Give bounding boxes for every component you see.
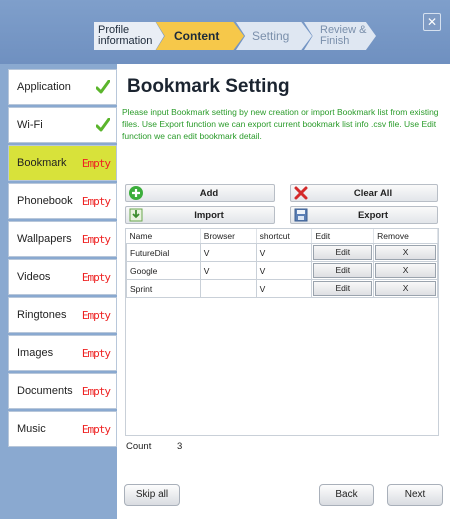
export-button-label: Export	[357, 209, 389, 221]
main-panel: Bookmark Setting Please input Bookmark s…	[117, 64, 450, 519]
sidebar: Application Wi-Fi Bookmark Empty Phonebo…	[8, 69, 117, 449]
remove-button[interactable]: X	[375, 245, 436, 260]
cell-browser	[199, 279, 257, 298]
cell-name: FutureDial	[126, 243, 201, 262]
add-button-label: Add	[199, 187, 219, 199]
column-header-remove[interactable]: Remove	[373, 229, 438, 244]
sidebar-item-label: Bookmark	[17, 157, 67, 169]
check-icon	[96, 80, 110, 94]
step-label: Profile information	[98, 24, 153, 47]
cell-shortcut: V	[255, 279, 313, 298]
page-title: Bookmark Setting	[127, 76, 290, 97]
remove-button[interactable]: X	[375, 263, 436, 278]
step-review-finish[interactable]: Review & Finish	[304, 22, 376, 50]
step-label: Setting	[252, 28, 290, 43]
sidebar-item-bookmark[interactable]: Bookmark Empty	[8, 145, 117, 181]
sidebar-item-wifi[interactable]: Wi-Fi	[8, 107, 117, 143]
sidebar-item-label: Wi-Fi	[17, 119, 43, 131]
step-label: Review & Finish	[320, 24, 367, 47]
status-empty: Empty	[81, 384, 111, 398]
count-label: Count	[126, 441, 152, 452]
cell-shortcut: V	[255, 261, 313, 280]
close-button[interactable]: ✕	[423, 13, 441, 31]
table-row[interactable]: Google V V Edit X	[126, 261, 438, 280]
check-icon	[96, 118, 110, 132]
import-icon	[129, 208, 143, 222]
column-header-name[interactable]: Name	[126, 229, 201, 244]
wizard-steps: Profile information Content Setting Revi…	[94, 22, 376, 50]
sidebar-item-label: Documents	[17, 385, 73, 397]
cell-browser: V	[199, 243, 257, 262]
edit-button[interactable]: Edit	[313, 245, 373, 260]
table-row[interactable]: Sprint V Edit X	[126, 279, 438, 298]
status-empty: Empty	[81, 422, 111, 436]
sidebar-item-images[interactable]: Images Empty	[8, 335, 117, 371]
step-label: Content	[174, 28, 220, 43]
table-header-row: Name Browser shortcut Edit Remove	[126, 229, 438, 244]
cell-browser: V	[199, 261, 257, 280]
remove-button[interactable]: X	[375, 281, 436, 296]
import-button-label: Import	[194, 209, 224, 221]
step-setting[interactable]: Setting	[236, 22, 312, 50]
clear-all-button-label: Clear All	[353, 187, 393, 199]
export-button[interactable]: Export	[290, 206, 438, 224]
sidebar-item-ringtones[interactable]: Ringtones Empty	[8, 297, 117, 333]
plus-circle-icon	[129, 186, 143, 200]
edit-button[interactable]: Edit	[313, 263, 373, 278]
skip-all-button[interactable]: Skip all	[124, 484, 180, 506]
sidebar-item-label: Videos	[17, 271, 51, 283]
cell-name: Sprint	[126, 279, 201, 298]
status-empty: Empty	[81, 308, 111, 322]
step-content[interactable]: Content	[156, 22, 244, 50]
back-button[interactable]: Back	[319, 484, 374, 506]
count-value: 3	[177, 441, 183, 452]
sidebar-item-label: Ringtones	[17, 309, 67, 321]
wizard-header: Profile information Content Setting Revi…	[0, 0, 450, 64]
sidebar-item-music[interactable]: Music Empty	[8, 411, 117, 447]
table-row[interactable]: FutureDial V V Edit X	[126, 243, 438, 262]
edit-button[interactable]: Edit	[313, 281, 373, 296]
status-empty: Empty	[81, 232, 111, 246]
clear-all-icon	[294, 186, 308, 200]
column-header-browser[interactable]: Browser	[200, 229, 257, 244]
clear-all-button[interactable]: Clear All	[290, 184, 438, 202]
sidebar-item-label: Music	[17, 423, 46, 435]
next-button[interactable]: Next	[387, 484, 443, 506]
status-empty: Empty	[81, 270, 111, 284]
save-export-icon	[294, 208, 308, 222]
column-header-edit[interactable]: Edit	[311, 229, 375, 244]
cell-name: Google	[126, 261, 201, 280]
cell-shortcut: V	[255, 243, 313, 262]
sidebar-item-documents[interactable]: Documents Empty	[8, 373, 117, 409]
import-button[interactable]: Import	[125, 206, 275, 224]
status-empty: Empty	[81, 194, 111, 208]
sidebar-item-videos[interactable]: Videos Empty	[8, 259, 117, 295]
page-description: Please input Bookmark setting by new cre…	[122, 107, 439, 141]
bookmark-table: Name Browser shortcut Edit Remove Future…	[125, 228, 439, 436]
sidebar-item-label: Phonebook	[17, 195, 73, 207]
sidebar-item-application[interactable]: Application	[8, 69, 117, 105]
sidebar-item-label: Application	[17, 81, 71, 93]
add-button[interactable]: Add	[125, 184, 275, 202]
sidebar-item-wallpapers[interactable]: Wallpapers Empty	[8, 221, 117, 257]
column-header-shortcut[interactable]: shortcut	[256, 229, 313, 244]
close-icon: ✕	[426, 15, 438, 29]
sidebar-item-label: Images	[17, 347, 54, 359]
sidebar-item-phonebook[interactable]: Phonebook Empty	[8, 183, 117, 219]
status-empty: Empty	[81, 346, 111, 360]
status-empty: Empty	[81, 156, 111, 170]
step-profile-information[interactable]: Profile information	[94, 22, 164, 50]
sidebar-item-label: Wallpapers	[17, 233, 72, 245]
